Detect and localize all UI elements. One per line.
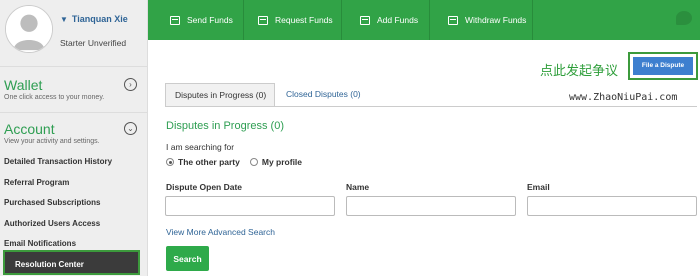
advanced-search-link[interactable]: View More Advanced Search [166,227,275,237]
account-subtitle: View your activity and settings. [4,138,100,145]
tab-divider [165,106,697,107]
user-name: Tianquan Xie [71,14,128,24]
wallet-subtitle: One click access to your money. [4,94,105,101]
chevron-down-icon: ▼ [60,14,68,24]
tab-closed-disputes[interactable]: Closed Disputes (0) [277,83,370,106]
dispute-date-label: Dispute Open Date [166,182,243,192]
profile-block: ▼ Tianquan Xie Starter Unverified [0,0,147,62]
sidebar-item-email-notifications[interactable]: Email Notifications [4,239,76,248]
divider [0,66,147,67]
name-label: Name [346,182,370,192]
sidebar-item-transaction-history[interactable]: Detailed Transaction History [4,157,112,166]
sidebar-item-authorized-users[interactable]: Authorized Users Access [4,219,100,228]
sidebar: ▼ Tianquan Xie Starter Unverified Wallet… [0,0,148,276]
dispute-date-input[interactable] [165,196,335,216]
annotation-text: 点此发起争议 [540,64,619,79]
user-silhouette-icon [6,6,52,52]
radio-other-party[interactable] [166,158,174,166]
user-status: Starter Unverified [60,38,127,48]
radio-other-party-label[interactable]: The other party [178,157,240,167]
file-dispute-highlight: File a Dispute [628,52,698,80]
request-funds-button[interactable]: Request Funds [244,0,342,40]
divider [0,112,147,113]
withdraw-funds-button[interactable]: Withdraw Funds [430,0,533,40]
watermark: www.ZhaoNiuPai.com [569,92,678,103]
avatar[interactable] [5,5,53,53]
sidebar-item-resolution-center[interactable]: Resolution Center [3,250,140,275]
email-label: Email [527,182,550,192]
account-title[interactable]: Account [4,121,55,137]
search-button[interactable]: Search [166,246,209,271]
email-input[interactable] [527,196,697,216]
searching-label: I am searching for [166,142,235,152]
wallet-title[interactable]: Wallet [4,77,42,93]
chat-icon[interactable] [676,11,692,25]
request-icon [258,15,268,25]
send-funds-label: Send Funds [187,15,233,25]
tab-disputes-in-progress[interactable]: Disputes in Progress (0) [165,83,275,106]
send-funds-button[interactable]: Send Funds [148,0,244,40]
request-funds-label: Request Funds [275,15,333,25]
sidebar-item-label: Resolution Center [15,260,84,269]
radio-my-profile[interactable] [249,158,258,166]
add-funds-button[interactable]: Add Funds [342,0,430,40]
withdraw-funds-label: Withdraw Funds [465,15,527,25]
chevron-right-icon[interactable]: › [124,78,137,91]
page-title: Disputes in Progress (0) [166,120,284,132]
file-dispute-button[interactable]: File a Dispute [633,57,693,75]
chevron-down-icon[interactable]: ⌄ [124,122,137,135]
sidebar-item-referral-program[interactable]: Referral Program [4,178,69,187]
sidebar-item-purchased-subscriptions[interactable]: Purchased Subscriptions [4,198,100,207]
user-menu[interactable]: ▼ Tianquan Xie [60,14,128,24]
name-input[interactable] [346,196,516,216]
withdraw-icon [448,15,458,25]
top-action-bar: Send Funds Request Funds Add Funds Withd… [148,0,700,40]
add-funds-label: Add Funds [377,15,419,25]
radio-my-profile-label[interactable]: My profile [262,157,302,167]
add-icon [360,15,370,25]
send-icon [170,15,180,25]
search-target-radio-group: The other party My profile [166,157,302,167]
